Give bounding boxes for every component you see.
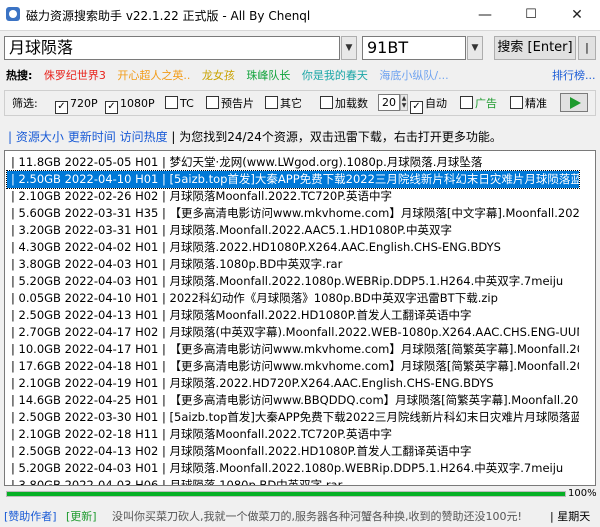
list-item[interactable]: | 14.6GB 2022-04-25 H01 | 【更多高清电影访问www.B… (7, 392, 579, 409)
filter-ads-label: 广告 (475, 97, 497, 110)
status-message: 没叫你买菜刀砍人,我就一个做菜刀的,服务器各种河蟹各种换,收到的赞助还没100元… (112, 510, 522, 523)
filter-720p-label: 720P (70, 97, 98, 110)
filter-1080p[interactable]: ✓ 1080P (105, 96, 155, 114)
list-item[interactable]: | 2.10GB 2022-02-26 H02 | 月球陨落Moonfall.2… (7, 188, 579, 205)
filter-precise[interactable]: 精准 (510, 96, 547, 112)
filter-other-label: 其它 (280, 97, 302, 110)
hot-search-bar: 热搜: 侏罗纪世界3 开心超人之英.. 龙女孩 珠峰队长 你是我的春天 海底小纵… (6, 67, 457, 83)
keyword-dropdown-button[interactable]: ▼ (341, 36, 357, 60)
keyword-input[interactable]: 月球陨落 (4, 36, 340, 60)
list-item[interactable]: | 0.05GB 2022-04-10 H01 | 2022科幻动作《月球陨落》… (7, 290, 579, 307)
status-bar: [赞助作者] [更新] 没叫你买菜刀砍人,我就一个做菜刀的,服务器各种河蟹各种换… (0, 508, 600, 526)
filter-load-count[interactable]: 加载数 (320, 96, 368, 112)
checkbox-1080p[interactable]: ✓ (105, 101, 118, 114)
hot-search-item[interactable]: 海底小纵队/... (379, 69, 448, 82)
list-item[interactable]: | 2.10GB 2022-02-18 H11 | 月球陨落Moonfall.2… (7, 426, 579, 443)
list-item[interactable]: | 11.8GB 2022-05-05 H01 | 梦幻天堂·龙网(www.LW… (7, 154, 579, 171)
app-icon (6, 7, 20, 21)
progress-text: 100% (568, 488, 597, 499)
hot-search-item[interactable]: 龙女孩 (202, 69, 235, 82)
filter-trailer-label: 预告片 (221, 97, 254, 110)
list-item[interactable]: | 5.20GB 2022-04-03 H01 | 月球陨落.Moonfall.… (7, 273, 579, 290)
hot-search-label: 热搜: (6, 69, 33, 82)
filter-load-count-label: 加载数 (335, 97, 368, 110)
hot-search-item[interactable]: 开心超人之英.. (117, 69, 190, 82)
list-item[interactable]: | 10.0GB 2022-04-17 H01 | 【更多高清电影访问www.m… (7, 341, 579, 358)
minimize-button[interactable]: — (462, 0, 508, 30)
load-count-input[interactable]: 20 (378, 94, 400, 111)
site-dropdown-button[interactable]: ▼ (467, 36, 483, 60)
sort-by-popularity[interactable]: 访问热度 (120, 130, 168, 144)
sort-prefix: | (8, 130, 13, 144)
hot-search-item[interactable]: 你是我的春天 (302, 69, 368, 82)
hot-search-item[interactable]: 侏罗纪世界3 (44, 69, 106, 82)
list-item[interactable]: | 2.50GB 2022-03-30 H01 | [5aizb.top首发]大… (7, 409, 579, 426)
window-title: 磁力资源搜索助手 v22.1.22 正式版 - All By Chenql (26, 9, 311, 23)
checkbox-trailer[interactable] (206, 96, 219, 109)
progress-fill (7, 492, 565, 496)
results-list[interactable]: | 11.8GB 2022-05-05 H01 | 梦幻天堂·龙网(www.LW… (4, 150, 596, 486)
checkbox-auto[interactable]: ✓ (410, 101, 423, 114)
list-item[interactable]: | 3.80GB 2022-04-03 H01 | 月球陨落.1080p.BD中… (7, 256, 579, 273)
result-info: | 为您找到24/24个资源，双击迅雷下载，右击打开更多功能。 (171, 130, 502, 144)
list-item[interactable]: | 2.50GB 2022-04-13 H01 | 月球陨落Moonfall.2… (7, 307, 579, 324)
site-select[interactable]: 91BT (362, 36, 466, 60)
sort-by-size[interactable]: 资源大小 (16, 130, 64, 144)
filter-trailer[interactable]: 预告片 (206, 96, 254, 112)
progress-bar (6, 491, 566, 497)
filter-auto[interactable]: ✓ 自动 (410, 96, 447, 114)
list-item-selected[interactable]: | 2.50GB 2022-04-10 H01 | [5aizb.top首发]大… (6, 170, 580, 189)
load-count-spinner[interactable]: ▲ ▼ (400, 94, 408, 111)
update-link[interactable]: [更新] (66, 508, 97, 526)
sort-bar: | 资源大小 更新时间 访问热度 | 为您找到24/24个资源，双击迅雷下载，右… (8, 128, 502, 145)
filter-other[interactable]: 其它 (265, 96, 302, 112)
list-item[interactable]: | 5.60GB 2022-03-31 H35 | 【更多高清电影访问www.m… (7, 205, 579, 222)
checkbox-tc[interactable] (165, 96, 178, 109)
sort-by-time[interactable]: 更新时间 (68, 130, 116, 144)
play-icon[interactable] (560, 93, 588, 112)
list-item[interactable]: | 5.20GB 2022-04-03 H01 | 月球陨落.Moonfall.… (7, 460, 579, 477)
list-item[interactable]: | 2.70GB 2022-04-17 H02 | 月球陨落(中英双字幕).Mo… (7, 324, 579, 341)
maximize-button[interactable]: ☐ (508, 0, 554, 30)
hot-search-item[interactable]: 珠峰队长 (246, 69, 290, 82)
filter-tc[interactable]: TC (165, 96, 194, 112)
filter-tc-label: TC (180, 97, 194, 110)
more-button[interactable]: | (578, 36, 596, 60)
checkbox-load-count[interactable] (320, 96, 333, 109)
checkbox-ads[interactable] (460, 96, 473, 109)
list-item[interactable]: | 17.6GB 2022-04-18 H01 | 【更多高清电影访问www.m… (7, 358, 579, 375)
list-item[interactable]: | 3.80GB 2022-04-03 H06 | 月球陨落.1080p.BD中… (7, 477, 579, 485)
list-item[interactable]: | 2.50GB 2022-04-13 H02 | 月球陨落Moonfall.2… (7, 443, 579, 460)
list-item[interactable]: | 3.20GB 2022-03-31 H01 | 月球陨落.Moonfall.… (7, 222, 579, 239)
search-button[interactable]: 搜索 [Enter] (494, 36, 576, 60)
ranking-link[interactable]: 排行榜... (552, 67, 596, 83)
status-weekday: | 星期天 (550, 510, 591, 523)
filter-ads[interactable]: 广告 (460, 96, 497, 112)
filter-1080p-label: 1080P (120, 97, 155, 110)
list-item[interactable]: | 2.10GB 2022-04-19 H01 | 月球陨落.2022.HD72… (7, 375, 579, 392)
title-bar: 磁力资源搜索助手 v22.1.22 正式版 - All By Chenql — … (0, 0, 600, 30)
list-item[interactable]: | 4.30GB 2022-04-02 H01 | 月球陨落.2022.HD10… (7, 239, 579, 256)
checkbox-precise[interactable] (510, 96, 523, 109)
filter-auto-label: 自动 (425, 97, 447, 110)
filter-label: 筛选: (12, 97, 38, 110)
filter-720p[interactable]: ✓ 720P (55, 96, 98, 114)
close-button[interactable]: ✕ (554, 0, 600, 30)
sponsor-link[interactable]: [赞助作者] (4, 508, 57, 526)
checkbox-720p[interactable]: ✓ (55, 101, 68, 114)
checkbox-other[interactable] (265, 96, 278, 109)
filter-precise-label: 精准 (525, 97, 547, 110)
